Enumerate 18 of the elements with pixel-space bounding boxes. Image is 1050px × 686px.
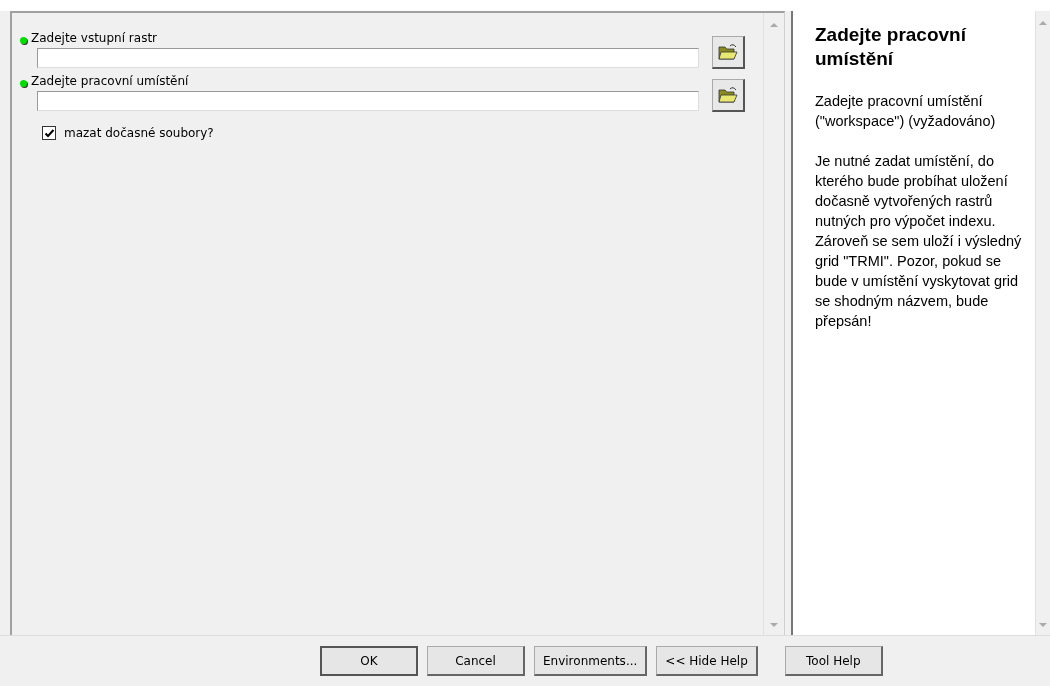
browse-button[interactable] bbox=[712, 36, 745, 69]
dialog-button[interactable]: << Hide Help bbox=[656, 646, 758, 676]
input-field[interactable] bbox=[37, 91, 699, 111]
browse-button[interactable] bbox=[712, 79, 745, 112]
parameter-label: Zadejte pracovní umístění bbox=[31, 74, 189, 88]
parameter-label: Zadejte vstupní rastr bbox=[31, 31, 158, 45]
dialog-button[interactable]: OK bbox=[320, 646, 418, 676]
dialog-button[interactable]: Environments... bbox=[534, 646, 648, 676]
folder-icon bbox=[718, 86, 738, 104]
checkbox-label: mazat dočasné soubory? bbox=[64, 126, 214, 140]
dialog-button[interactable]: Tool Help bbox=[784, 646, 883, 676]
help-text: Zadejte pracovní umístění ("workspace") (vyžadováno) bbox=[815, 92, 997, 131]
help-title: Zadejte pracovní umístění bbox=[815, 23, 968, 71]
dialog-button[interactable]: Cancel bbox=[427, 646, 525, 676]
input-field[interactable] bbox=[37, 48, 699, 68]
folder-icon bbox=[718, 43, 738, 61]
help-text: Je nutné zadat umístění, do kterého bude probíhat uložení dočasně vytvořených rastrů nutných pro výpočet indexu. Zároveň se sem uloží i výsledný grid "TRMI". Pozor, pokud se bude v umístění vyskytovat grid se shodným názvem, bude přepsán! bbox=[815, 152, 1023, 331]
checkbox[interactable] bbox=[42, 126, 56, 140]
